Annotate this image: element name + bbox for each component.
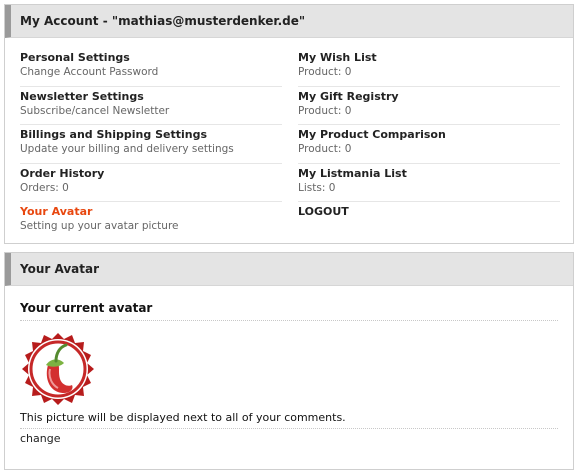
account-menu-right-column: My Wish List Product: 0 My Gift Registry… [298,48,560,241]
account-panel-title: My Account - "mathias@musterdenker.de" [5,5,573,38]
menu-item-title[interactable]: Billings and Shipping Settings [20,127,282,142]
menu-item-title-active[interactable]: Your Avatar [20,204,282,219]
avatar-description: This picture will be displayed next to a… [20,409,558,429]
menu-item-title[interactable]: My Listmania List [298,166,560,181]
menu-item-gift-registry[interactable]: My Gift Registry Product: 0 [298,87,560,125]
menu-item-subtitle: Change Account Password [20,66,159,78]
menu-item-product-comparison[interactable]: My Product Comparison Product: 0 [298,125,560,164]
menu-item-newsletter-settings[interactable]: Newsletter Settings Subscribe/cancel New… [20,87,282,125]
menu-item-title[interactable]: My Product Comparison [298,127,560,142]
menu-item-your-avatar[interactable]: Your Avatar Setting up your avatar pictu… [20,202,282,241]
menu-item-subtitle: Subscribe/cancel Newsletter [20,104,170,117]
menu-item-title[interactable]: Newsletter Settings [20,89,282,104]
menu-item-title[interactable]: Order History [20,166,282,181]
menu-item-logout[interactable]: LOGOUT [298,202,560,241]
menu-item-order-history[interactable]: Order History Orders: 0 [20,164,282,202]
menu-item-subtitle: Orders: 0 [20,181,69,194]
menu-item-listmania-list[interactable]: My Listmania List Lists: 0 [298,164,560,202]
menu-item-billing-shipping[interactable]: Billings and Shipping Settings Update yo… [20,125,282,164]
menu-item-title[interactable]: My Wish List [298,50,560,65]
menu-item-wish-list[interactable]: My Wish List Product: 0 [298,48,560,87]
menu-item-subtitle: Product: 0 [298,66,352,78]
menu-item-subtitle: Product: 0 [298,104,352,117]
menu-item-subtitle: Setting up your avatar picture [20,220,179,232]
menu-item-subtitle: Product: 0 [298,143,352,155]
account-menu-left-column: Personal Settings Change Account Passwor… [20,48,282,241]
avatar-body: Your current avatar This picture will be… [20,297,558,445]
chili-pepper-avatar-icon [20,331,96,407]
menu-item-personal-settings[interactable]: Personal Settings Change Account Passwor… [20,48,282,87]
avatar-panel-title: Your Avatar [5,253,573,286]
current-avatar-heading: Your current avatar [20,297,558,321]
menu-item-subtitle: Update your billing and delivery setting… [20,143,234,155]
avatar-panel: Your Avatar Your current avatar This pic… [4,252,574,470]
logout-link[interactable]: LOGOUT [298,204,560,219]
change-avatar-link[interactable]: change [20,432,558,445]
menu-item-title[interactable]: Personal Settings [20,50,282,65]
menu-item-subtitle: Lists: 0 [298,181,336,194]
account-panel: My Account - "mathias@musterdenker.de" P… [4,4,574,244]
menu-item-title[interactable]: My Gift Registry [298,89,560,104]
